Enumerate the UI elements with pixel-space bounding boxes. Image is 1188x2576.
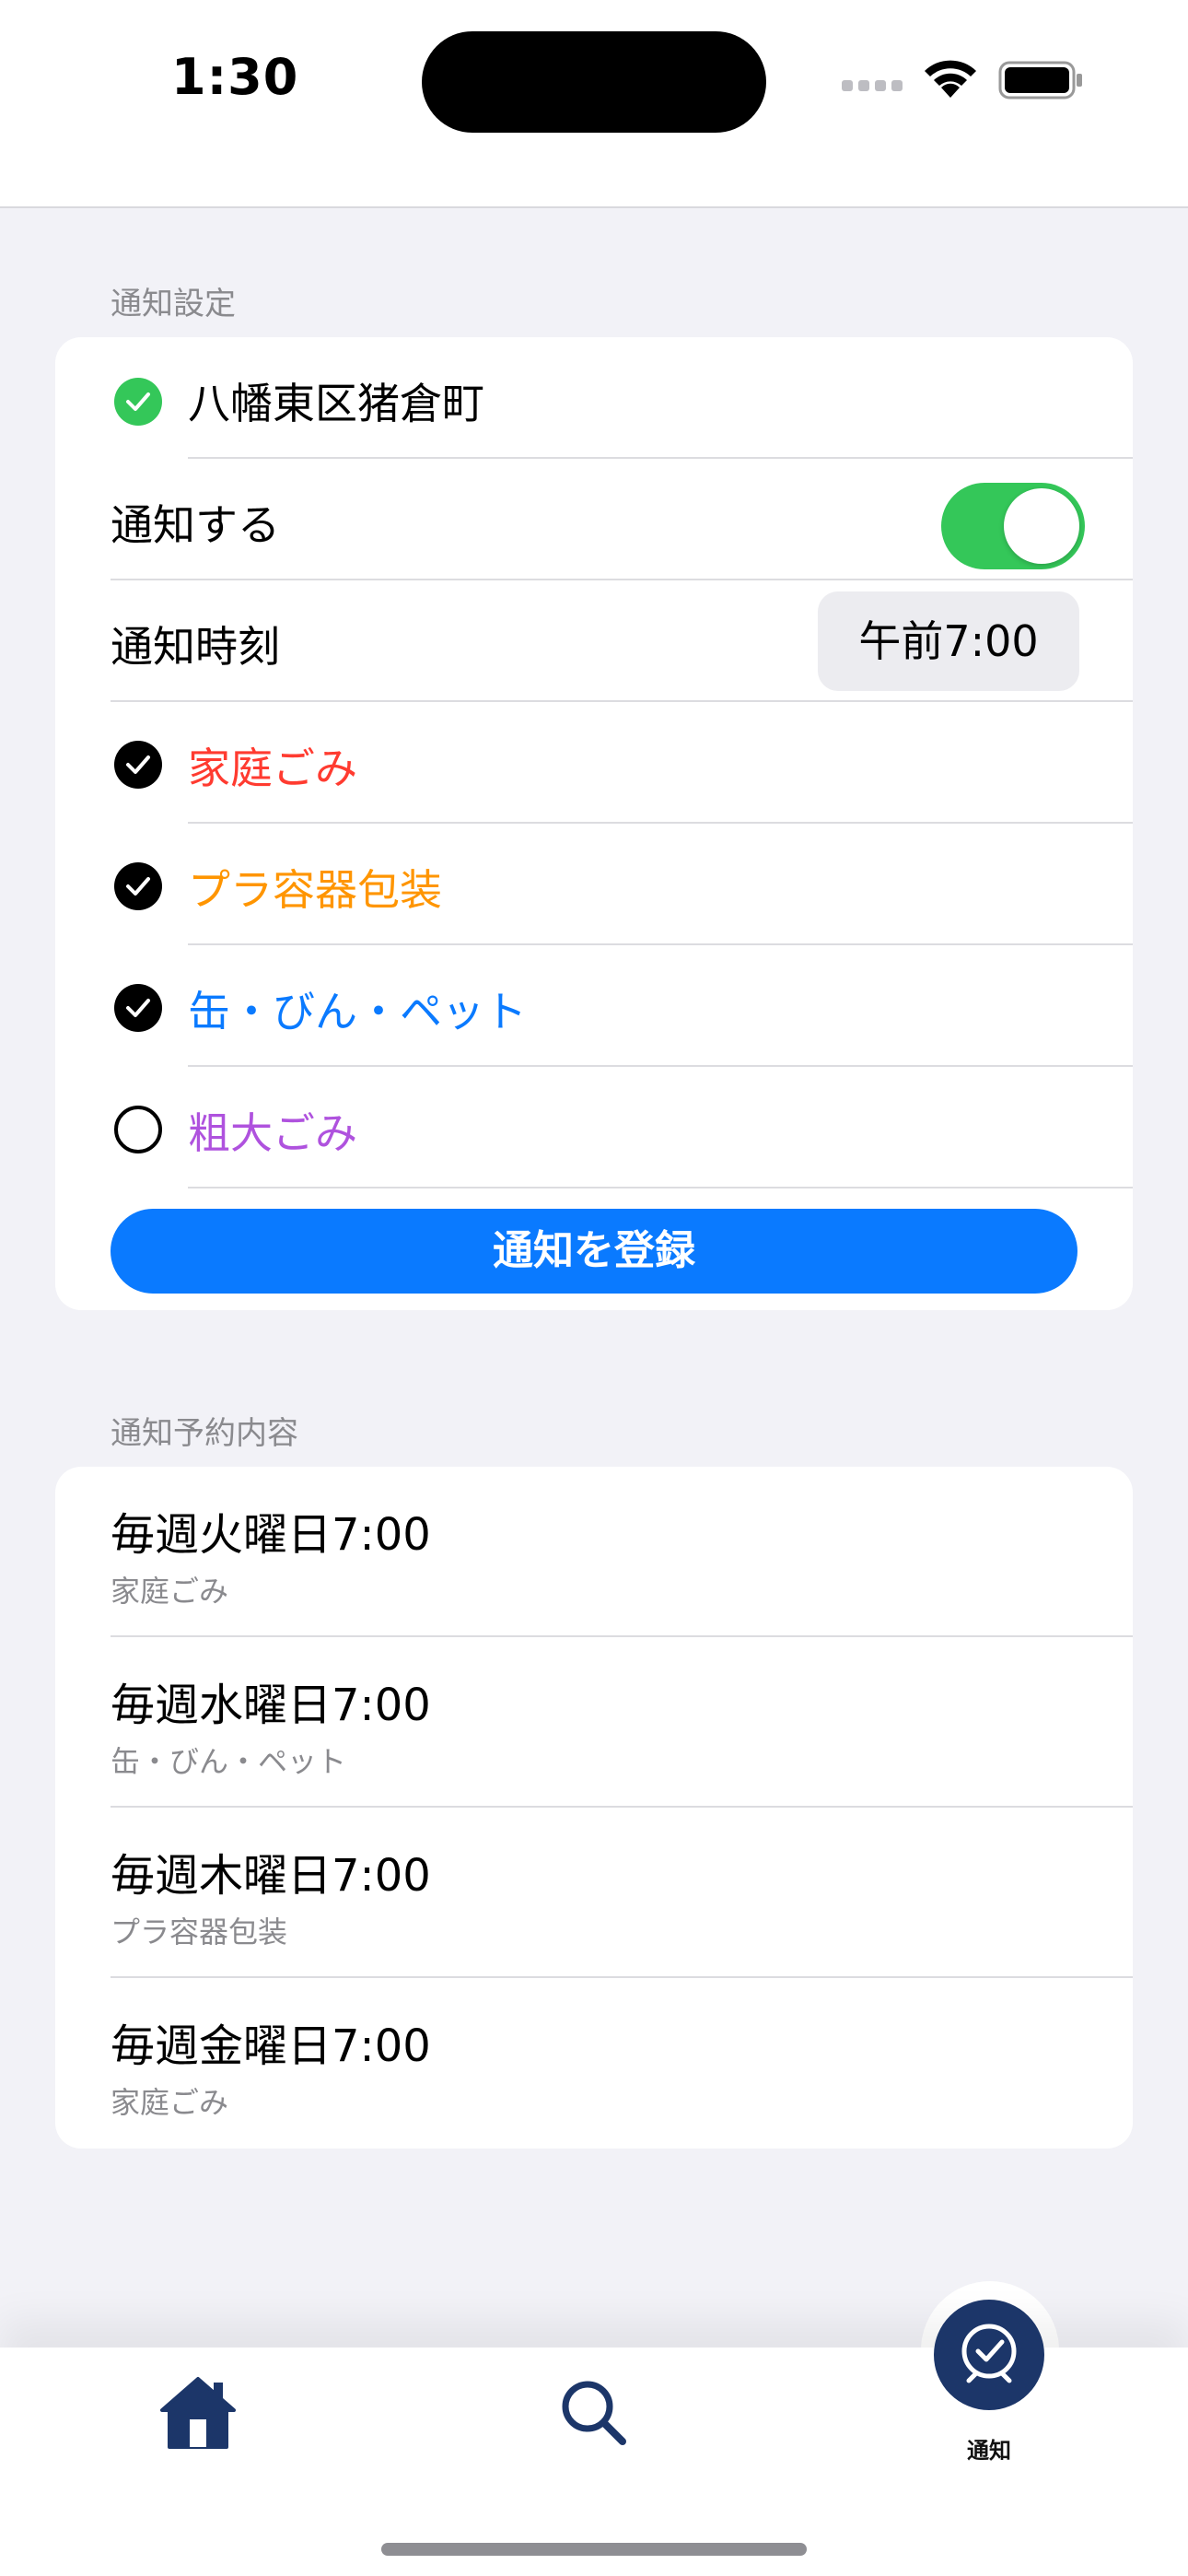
schedule-item: 毎週水曜日7:00 缶・びん・ペット bbox=[55, 1637, 1133, 1808]
schedule-item-category: 缶・びん・ペット bbox=[111, 1744, 347, 1779]
home-indicator bbox=[381, 2543, 807, 2556]
category-row-bulky[interactable]: 粗大ごみ bbox=[55, 1067, 1133, 1188]
checked-icon bbox=[114, 741, 162, 789]
schedule-item-category: 家庭ごみ bbox=[111, 1574, 229, 1609]
schedule-item-category: プラ容器包装 bbox=[111, 1914, 288, 1950]
category-row-cans[interactable]: 缶・びん・ペット bbox=[55, 945, 1133, 1067]
category-label: 粗大ごみ bbox=[188, 1108, 357, 1158]
screen: 1:30 通知設定 八幡東区猪倉町 通知する 通知時刻 午前7:00 家庭ごみ … bbox=[0, 0, 1188, 2576]
status-time: 1:30 bbox=[171, 48, 299, 106]
notify-toggle-row: 通知する bbox=[55, 459, 1133, 580]
clock-check-icon bbox=[961, 2324, 1017, 2383]
schedule-item-title: 毎週金曜日7:00 bbox=[111, 2020, 431, 2072]
settings-card: 八幡東区猪倉町 通知する 通知時刻 午前7:00 家庭ごみ プラ容器包装 缶・び… bbox=[55, 337, 1133, 1310]
notify-time-picker[interactable]: 午前7:00 bbox=[818, 591, 1079, 691]
settings-section-header: 通知設定 bbox=[111, 286, 236, 322]
wifi-icon bbox=[925, 60, 976, 98]
unchecked-icon bbox=[114, 1106, 162, 1153]
schedule-item-title: 毎週火曜日7:00 bbox=[111, 1509, 431, 1561]
cellular-signal-icon bbox=[842, 77, 908, 95]
category-row-plastic[interactable]: プラ容器包装 bbox=[55, 824, 1133, 945]
register-button[interactable]: 通知を登録 bbox=[111, 1209, 1077, 1294]
schedule-item: 毎週木曜日7:00 プラ容器包装 bbox=[55, 1808, 1133, 1978]
notify-time-row: 通知時刻 午前7:00 bbox=[55, 580, 1133, 702]
notify-label: 通知する bbox=[111, 500, 280, 550]
schedule-item: 毎週金曜日7:00 家庭ごみ bbox=[55, 1978, 1133, 2149]
category-label: プラ容器包装 bbox=[188, 865, 442, 915]
location-check-icon bbox=[114, 378, 162, 426]
notify-tab-button[interactable] bbox=[934, 2300, 1044, 2410]
schedule-item-category: 家庭ごみ bbox=[111, 2085, 229, 2120]
schedule-item-title: 毎週木曜日7:00 bbox=[111, 1850, 431, 1902]
category-label: 缶・びん・ペット bbox=[188, 987, 527, 1036]
battery-icon bbox=[998, 61, 1082, 100]
home-icon[interactable] bbox=[157, 2373, 239, 2451]
location-label: 八幡東区猪倉町 bbox=[188, 379, 484, 428]
dynamic-island bbox=[422, 31, 766, 133]
status-bar: 1:30 bbox=[0, 0, 1188, 208]
checked-icon bbox=[114, 984, 162, 1032]
search-icon[interactable] bbox=[558, 2377, 628, 2447]
schedule-item-title: 毎週水曜日7:00 bbox=[111, 1680, 431, 1731]
checked-icon bbox=[114, 862, 162, 910]
schedule-card: 毎週火曜日7:00 家庭ごみ 毎週水曜日7:00 缶・びん・ペット 毎週木曜日7… bbox=[55, 1467, 1133, 2149]
category-label: 家庭ごみ bbox=[188, 744, 357, 793]
location-row[interactable]: 八幡東区猪倉町 bbox=[55, 337, 1133, 459]
schedule-section-header: 通知予約内容 bbox=[111, 1415, 298, 1452]
schedule-item: 毎週火曜日7:00 家庭ごみ bbox=[55, 1467, 1133, 1637]
category-row-household[interactable]: 家庭ごみ bbox=[55, 702, 1133, 824]
notify-toggle[interactable] bbox=[941, 483, 1085, 569]
notify-time-label: 通知時刻 bbox=[111, 622, 280, 672]
notify-tab-label: 通知 bbox=[967, 2438, 1011, 2464]
